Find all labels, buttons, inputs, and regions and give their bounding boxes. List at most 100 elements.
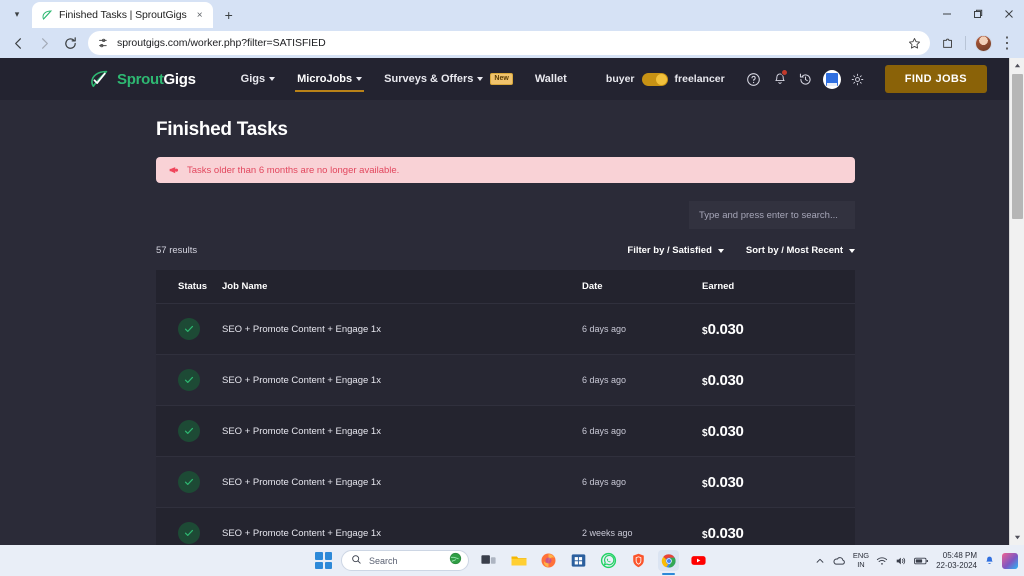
chrome-menu-icon[interactable]: ⋮	[996, 32, 1018, 54]
youtube-icon[interactable]	[688, 550, 709, 571]
nav-label: Gigs	[240, 72, 266, 85]
brand-logo-link[interactable]: SproutGigs	[88, 68, 196, 90]
table-row[interactable]: SEO + Promote Content + Engage 1x 6 days…	[156, 304, 855, 355]
sort-by-label: Sort by / Most Recent	[745, 245, 843, 256]
filter-by-dropdown[interactable]: Filter by / Satisfied	[627, 245, 724, 256]
results-count: 57 results	[156, 245, 198, 256]
chevron-down-icon	[477, 76, 484, 81]
row-job-name: SEO + Promote Content + Engage 1x	[222, 323, 381, 335]
role-toggle-freelancer-label: freelancer	[674, 73, 725, 85]
search-icon	[351, 552, 362, 570]
role-toggle[interactable]: buyer freelancer	[606, 72, 725, 86]
language-indicator[interactable]: ENG IN	[853, 551, 869, 569]
user-avatar[interactable]	[819, 66, 845, 92]
minimize-icon[interactable]	[931, 0, 962, 28]
primary-nav: Gigs MicroJobs Surveys & Offers New Wall…	[230, 62, 578, 96]
nav-label: MicroJobs	[297, 72, 353, 85]
reload-icon[interactable]	[58, 31, 82, 55]
nav-item-gigs[interactable]: Gigs	[230, 62, 286, 96]
find-jobs-button[interactable]: FIND JOBS	[884, 65, 987, 93]
battery-icon[interactable]	[914, 556, 929, 566]
row-earned: $0.030	[702, 372, 855, 389]
onedrive-icon[interactable]	[832, 555, 846, 567]
forward-icon[interactable]	[32, 31, 56, 55]
history-icon[interactable]	[793, 66, 819, 92]
scroll-up-arrow-icon[interactable]	[1010, 58, 1024, 73]
bookmark-star-icon[interactable]	[906, 35, 922, 51]
page-scrollbar[interactable]	[1009, 58, 1024, 545]
scrollbar-thumb[interactable]	[1012, 74, 1023, 219]
table-row[interactable]: SEO + Promote Content + Engage 1x 6 days…	[156, 406, 855, 457]
toolbar-divider	[965, 36, 966, 50]
address-bar[interactable]: sproutgigs.com/worker.php?filter=SATISFI…	[88, 31, 930, 55]
sort-by-dropdown[interactable]: Sort by / Most Recent	[746, 245, 855, 256]
column-header-status: Status	[178, 281, 208, 292]
earned-amount: 0.030	[707, 422, 744, 440]
copilot-icon[interactable]	[1002, 552, 1018, 569]
taskview-icon[interactable]	[478, 550, 499, 571]
extensions-puzzle-icon[interactable]	[937, 32, 959, 54]
table-row[interactable]: SEO + Promote Content + Engage 1x 6 days…	[156, 355, 855, 406]
microsoft-store-icon[interactable]	[568, 550, 589, 571]
avatar	[822, 69, 841, 89]
table-row[interactable]: SEO + Promote Content + Engage 1x 2 week…	[156, 508, 855, 545]
system-tray: ENG IN 05:48 PM 22-03-2024	[815, 551, 1018, 571]
table-header-row: Status Job Name Date Earned	[156, 270, 855, 304]
tab-search-button[interactable]: ▾	[4, 1, 30, 27]
brave-browser-icon[interactable]	[628, 550, 649, 571]
google-chrome-icon[interactable]	[658, 550, 679, 575]
brand-name-sprout: Sprout	[117, 70, 164, 88]
main-content: Finished Tasks Tasks older than 6 months…	[0, 119, 1009, 545]
row-job-name: SEO + Promote Content + Engage 1x	[222, 476, 381, 488]
taskbar-search-box[interactable]: Search	[341, 550, 469, 571]
browser-tab[interactable]: Finished Tasks | SproutGigs ×	[32, 2, 213, 28]
satisfied-check-icon	[178, 471, 200, 493]
filter-by-label: Filter by / Satisfied	[627, 245, 712, 256]
table-row[interactable]: SEO + Promote Content + Engage 1x 6 days…	[156, 457, 855, 508]
windows-start-icon[interactable]	[315, 552, 332, 569]
search-row	[156, 201, 855, 229]
wifi-icon[interactable]	[876, 555, 888, 567]
alert-message: Tasks older than 6 months are no longer …	[187, 164, 400, 176]
language-line-2: IN	[857, 559, 865, 569]
widgets-earth-icon[interactable]	[448, 551, 463, 571]
earned-amount: 0.030	[707, 524, 744, 542]
nav-item-wallet[interactable]: Wallet	[524, 62, 578, 96]
whatsapp-icon[interactable]	[598, 550, 619, 571]
maximize-icon[interactable]	[962, 0, 993, 28]
new-tab-button[interactable]: +	[217, 3, 241, 27]
nav-label: Surveys & Offers	[384, 72, 474, 85]
back-icon[interactable]	[6, 31, 30, 55]
column-header-earned: Earned	[702, 281, 735, 292]
close-icon[interactable]: ×	[193, 8, 207, 22]
file-explorer-icon[interactable]	[508, 550, 529, 571]
satisfied-check-icon	[178, 318, 200, 340]
filter-controls: Filter by / Satisfied Sort by / Most Rec…	[627, 245, 855, 256]
row-date: 2 weeks ago	[582, 528, 633, 538]
profile-avatar-icon[interactable]	[972, 32, 994, 54]
browser-window: ▾ Finished Tasks | SproutGigs × + sprout…	[0, 0, 1024, 545]
volume-icon[interactable]	[895, 555, 907, 567]
page-viewport: SproutGigs Gigs MicroJobs Surveys & Offe…	[0, 58, 1024, 545]
search-input[interactable]	[689, 201, 855, 229]
close-window-icon[interactable]	[993, 0, 1024, 28]
nav-label: Wallet	[534, 72, 567, 85]
filter-row: 57 results Filter by / Satisfied Sort by…	[156, 245, 855, 256]
tray-overflow-icon[interactable]	[815, 556, 825, 566]
notification-bell-icon[interactable]	[984, 555, 995, 566]
avatar-image	[825, 72, 838, 86]
notifications-bell-icon[interactable]	[767, 66, 793, 92]
nav-item-microjobs[interactable]: MicroJobs	[286, 62, 373, 96]
role-toggle-switch[interactable]	[641, 72, 668, 86]
help-icon[interactable]	[741, 66, 767, 92]
earned-amount: 0.030	[707, 473, 744, 491]
scroll-down-arrow-icon[interactable]	[1010, 530, 1024, 545]
site-settings-icon[interactable]	[97, 37, 110, 50]
chevron-down-icon	[849, 248, 855, 253]
firefox-icon[interactable]	[538, 550, 559, 571]
row-earned: $0.030	[702, 525, 855, 542]
light-mode-sun-icon[interactable]	[845, 66, 871, 92]
megaphone-icon	[168, 165, 179, 176]
nav-item-surveys-offers[interactable]: Surveys & Offers New	[373, 62, 524, 96]
row-job-name: SEO + Promote Content + Engage 1x	[222, 527, 381, 539]
